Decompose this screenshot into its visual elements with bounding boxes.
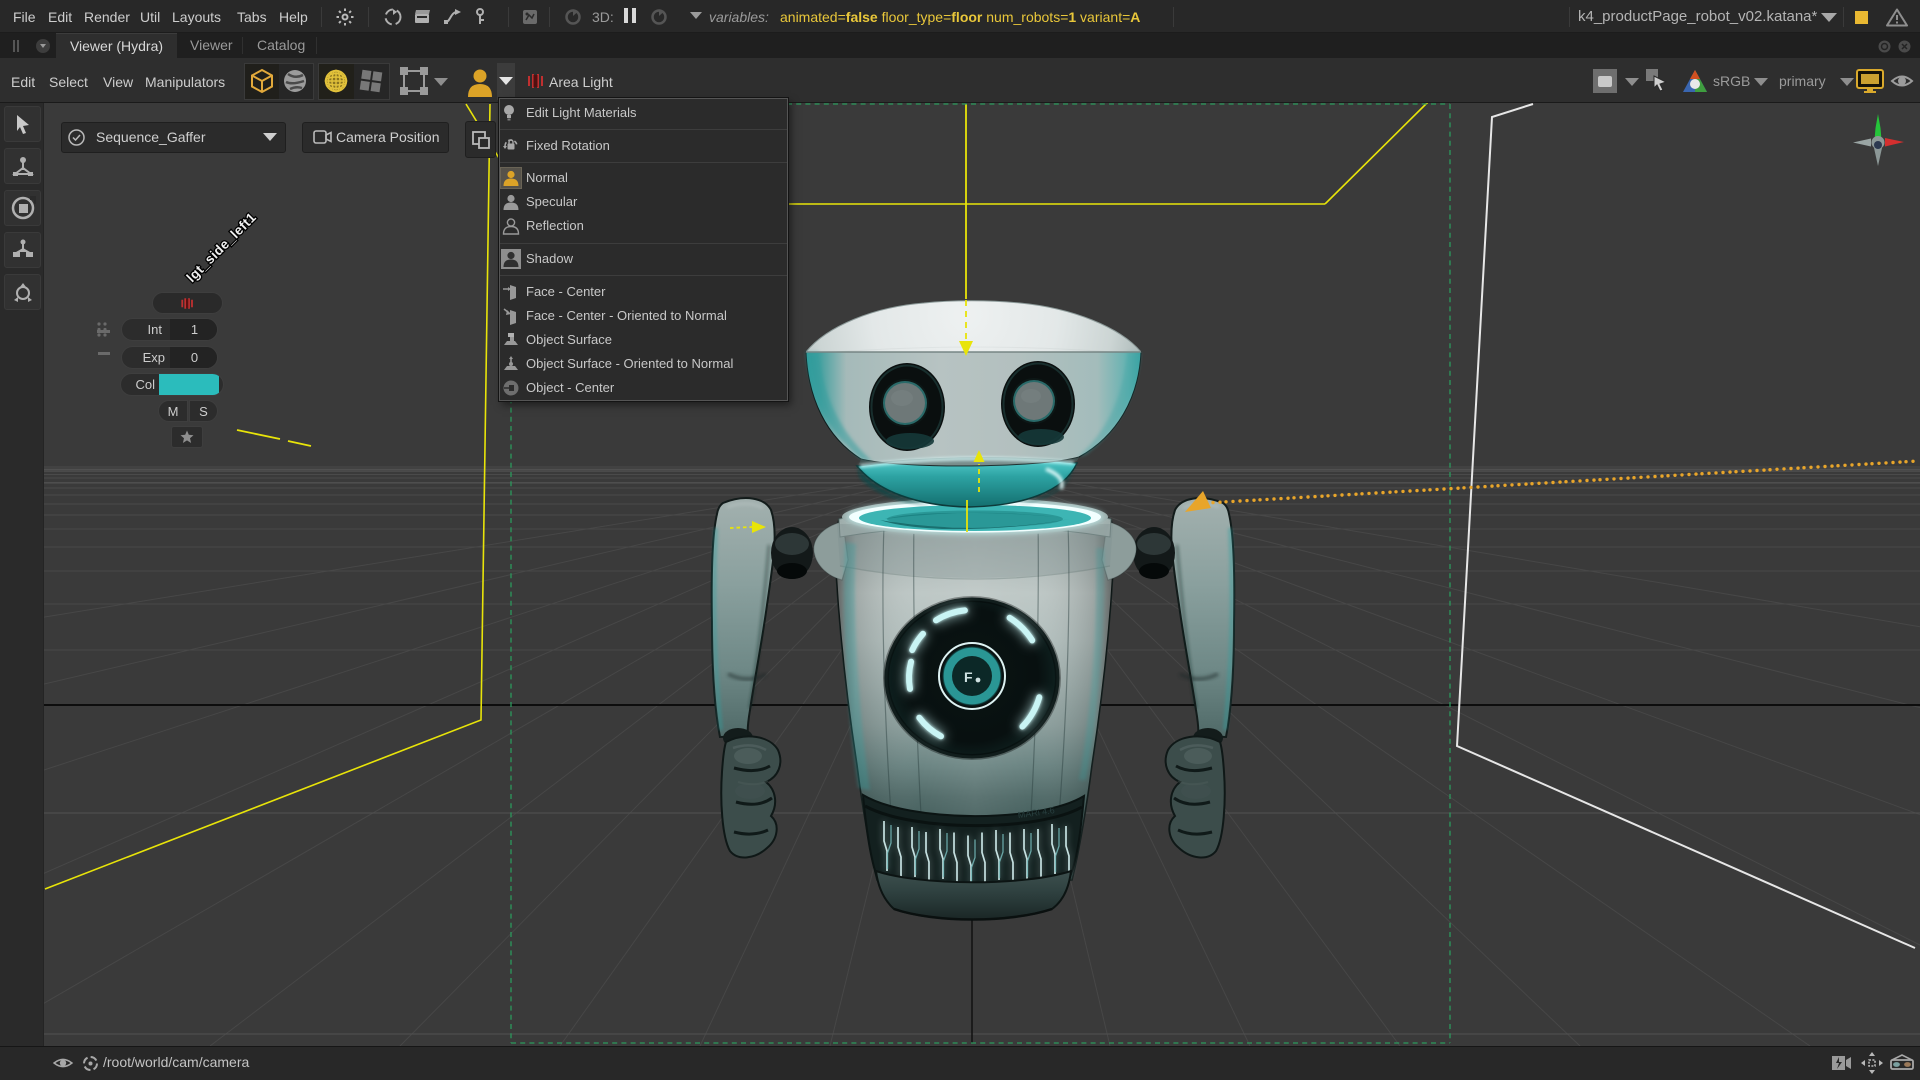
svg-text:F: F xyxy=(964,669,973,685)
